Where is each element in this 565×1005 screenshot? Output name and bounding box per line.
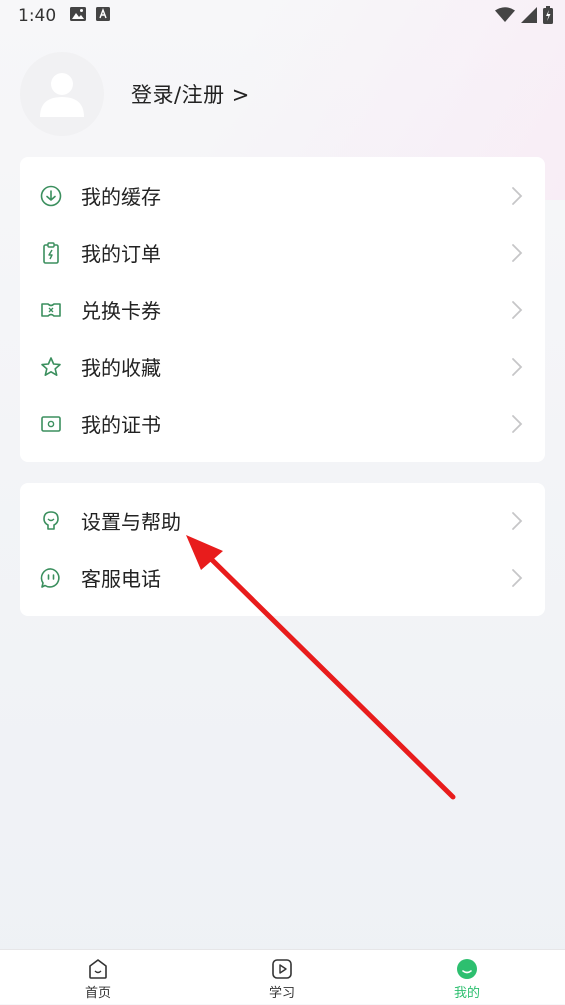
- menu-item-settings-help[interactable]: 设置与帮助: [20, 492, 545, 549]
- chat-icon: [40, 567, 62, 589]
- menu-item-coupons[interactable]: 兑换卡券: [20, 281, 545, 338]
- menu-card-support: 设置与帮助 客服电话: [20, 483, 545, 616]
- download-icon: [40, 185, 62, 207]
- login-register-link[interactable]: 登录/注册 >: [131, 79, 250, 109]
- a-icon: [96, 6, 111, 26]
- bulb-icon: [40, 510, 62, 532]
- menu-item-label: 我的缓存: [81, 185, 161, 209]
- chevron-right-icon: [511, 186, 523, 206]
- ticket-icon: [40, 299, 62, 321]
- image-icon: [70, 6, 87, 26]
- menu-item-label: 我的证书: [81, 413, 161, 437]
- menu-item-label: 兑换卡券: [81, 299, 161, 323]
- user-avatar-icon[interactable]: [20, 52, 104, 136]
- signal-icon: [521, 7, 537, 28]
- chevron-right-icon: [511, 414, 523, 434]
- chevron-right-icon: [511, 357, 523, 377]
- menu-item-label: 我的收藏: [81, 356, 161, 380]
- chevron-right-icon: [511, 243, 523, 263]
- bottom-tab-bar: 首页 学习 我的: [0, 949, 565, 1004]
- wifi-icon: [495, 7, 515, 28]
- chevron-right-icon: [511, 300, 523, 320]
- profile-header[interactable]: 登录/注册 >: [20, 52, 250, 136]
- menu-item-certificates[interactable]: 我的证书: [20, 395, 545, 452]
- order-icon: [40, 241, 62, 264]
- menu-item-label: 设置与帮助: [81, 510, 181, 534]
- menu-item-orders[interactable]: 我的订单: [20, 224, 545, 281]
- menu-card-main: 我的缓存 我的订单 兑换卡券 我的收藏 我的证书: [20, 157, 545, 462]
- play-icon: [271, 958, 293, 980]
- tab-mine[interactable]: 我的: [373, 950, 561, 1005]
- status-time: 1:40: [18, 6, 57, 26]
- chevron-right-icon: [511, 511, 523, 531]
- chevron-right-icon: [511, 568, 523, 588]
- menu-item-customer-service[interactable]: 客服电话: [20, 549, 545, 606]
- menu-item-favorites[interactable]: 我的收藏: [20, 338, 545, 395]
- tab-label: 我的: [453, 986, 480, 1001]
- tab-label: 学习: [268, 986, 295, 1001]
- battery-charging-icon: [543, 6, 553, 29]
- status-right: [495, 6, 553, 29]
- menu-item-label: 我的订单: [81, 242, 161, 266]
- tab-study[interactable]: 学习: [188, 950, 376, 1005]
- status-bar: 1:40: [0, 0, 565, 32]
- home-icon: [87, 958, 109, 980]
- certificate-icon: [40, 413, 62, 435]
- tab-home[interactable]: 首页: [4, 950, 192, 1005]
- menu-item-cache[interactable]: 我的缓存: [20, 167, 545, 224]
- menu-item-label: 客服电话: [81, 567, 161, 591]
- star-icon: [40, 356, 62, 378]
- tab-label: 首页: [84, 986, 111, 1001]
- mine-icon: [456, 958, 478, 980]
